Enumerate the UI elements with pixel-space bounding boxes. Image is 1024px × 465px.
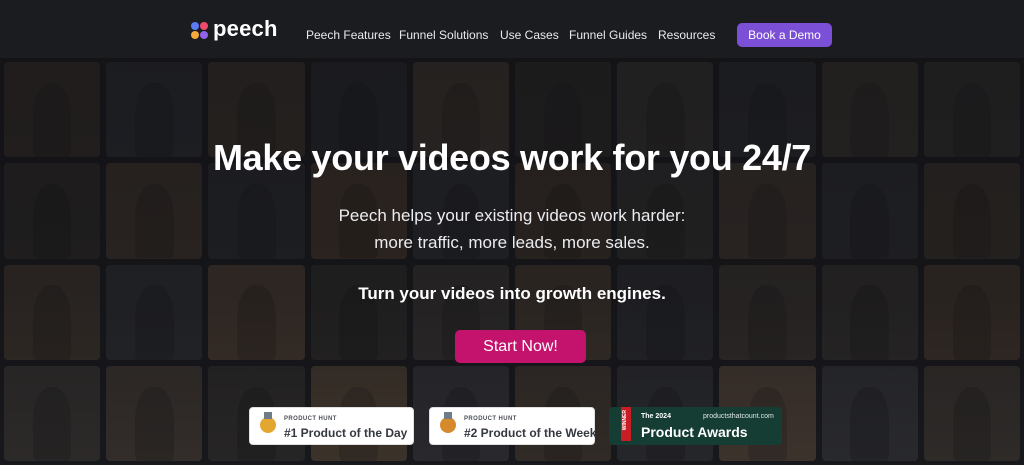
nav-link-funnel-guides[interactable]: Funnel Guides — [569, 28, 647, 42]
badge-source-label: PRODUCT HUNT — [464, 416, 517, 422]
hero-tagline: Turn your videos into growth engines. — [358, 284, 666, 303]
badge-title: #1 Product of the Day — [284, 426, 408, 440]
dark-overlay — [0, 58, 1024, 465]
product-hunt-badge-day[interactable]: PRODUCT HUNT #1 Product of the Day — [249, 407, 414, 445]
hero-section — [0, 58, 1024, 465]
badge-source-label: PRODUCT HUNT — [284, 416, 337, 422]
nav-link-use-cases[interactable]: Use Cases — [500, 28, 559, 42]
hero-headline: Make your videos work for you 24/7 — [212, 137, 811, 178]
peech-logo[interactable]: peech — [191, 18, 278, 40]
gold-medal-icon — [260, 412, 276, 433]
bronze-medal-icon — [440, 412, 456, 433]
award-site: productsthatcount.com — [703, 413, 774, 420]
ribbon-text: WINNER — [622, 410, 628, 431]
product-hunt-badge-week[interactable]: PRODUCT HUNT #2 Product of the Week — [429, 407, 597, 445]
nav-link-resources[interactable]: Resources — [658, 28, 715, 42]
top-navigation: peech Peech Features Funnel Solutions Us… — [0, 0, 1024, 58]
nav-link-peech-features[interactable]: Peech Features — [306, 28, 391, 42]
hero-subtitle-line-1: Peech helps your existing videos work ha… — [338, 206, 686, 225]
product-awards-badge[interactable]: WINNER The 2024 productsthatcount.com Pr… — [609, 407, 782, 445]
winner-ribbon-icon: WINNER — [621, 407, 631, 441]
award-year: The 2024 — [641, 413, 671, 420]
award-title: Product Awards — [641, 424, 748, 440]
start-now-button[interactable]: Start Now! — [455, 330, 586, 363]
hero-subtitle-line-2: more traffic, more leads, more sales. — [374, 233, 650, 252]
badge-title: #2 Product of the Week — [464, 426, 597, 440]
logo-text: peech — [213, 16, 278, 41]
book-demo-button[interactable]: Book a Demo — [737, 23, 832, 47]
nav-link-funnel-solutions[interactable]: Funnel Solutions — [399, 28, 488, 42]
peech-logo-icon — [191, 22, 209, 40]
